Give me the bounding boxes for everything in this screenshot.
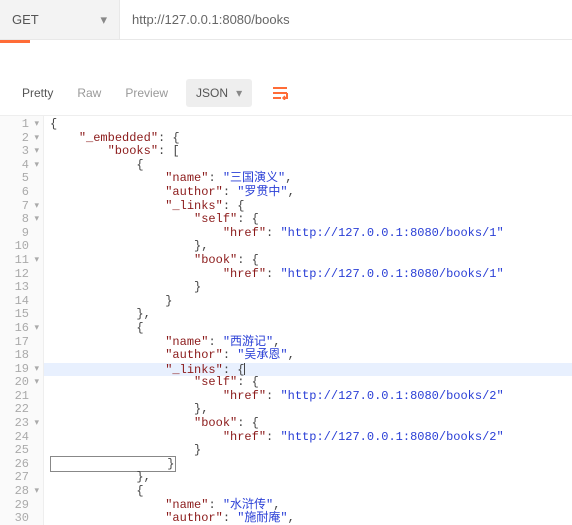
gutter-line[interactable]: 8▾ (0, 213, 41, 227)
gutter-line[interactable]: 2▾ (0, 132, 41, 146)
http-method-select[interactable]: GET ▾ (0, 0, 120, 39)
gutter-line[interactable]: 17 (0, 336, 41, 350)
code-line: }, (50, 240, 572, 254)
gutter-line[interactable]: 20▾ (0, 376, 41, 390)
request-bar: GET ▾ http://127.0.0.1:8080/books (0, 0, 572, 40)
gutter-line[interactable]: 5 (0, 172, 41, 186)
gutter-line[interactable]: 1▾ (0, 118, 41, 132)
code-line: "author": "吴承恩", (50, 349, 572, 363)
gutter-line[interactable]: 25 (0, 444, 41, 458)
gutter-line[interactable]: 9 (0, 227, 41, 241)
gutter-line[interactable]: 3▾ (0, 145, 41, 159)
http-method-label: GET (12, 12, 39, 27)
code-line: "author": "罗贯中", (50, 186, 572, 200)
code-line: "self": { (50, 376, 572, 390)
code-line: "books": [ (50, 145, 572, 159)
gutter-line[interactable]: 13 (0, 281, 41, 295)
gutter-line[interactable]: 23▾ (0, 417, 41, 431)
url-text: http://127.0.0.1:8080/books (132, 12, 290, 27)
gutter-line[interactable]: 7▾ (0, 200, 41, 214)
gutter-line[interactable]: 12 (0, 268, 41, 282)
gutter-line[interactable]: 27 (0, 471, 41, 485)
chevron-down-icon: ▾ (236, 86, 242, 100)
gutter-line[interactable]: 21 (0, 390, 41, 404)
gutter-line[interactable]: 16▾ (0, 322, 41, 336)
chevron-down-icon: ▾ (100, 12, 107, 28)
code-line: "book": { (50, 254, 572, 268)
code-line: { (50, 485, 572, 499)
code-line: } (50, 281, 572, 295)
gutter-line[interactable]: 11▾ (0, 254, 41, 268)
gutter-line[interactable]: 14 (0, 295, 41, 309)
response-editor: 1▾2▾3▾4▾567▾8▾91011▾1213141516▾171819▾20… (0, 115, 572, 525)
wrap-lines-button[interactable] (266, 79, 294, 107)
code-line: { (50, 118, 572, 132)
code-line: "author": "施耐庵", (50, 512, 572, 525)
response-view-tabs: Pretty Raw Preview JSON ▾ (0, 73, 572, 113)
gutter-line[interactable]: 30 (0, 512, 41, 525)
format-select[interactable]: JSON ▾ (186, 79, 252, 107)
gutter-line[interactable]: 10 (0, 240, 41, 254)
tab-raw[interactable]: Raw (65, 86, 113, 100)
gutter-line[interactable]: 22 (0, 403, 41, 417)
gutter-line[interactable]: 4▾ (0, 159, 41, 173)
tab-preview[interactable]: Preview (113, 86, 180, 100)
gutter-line[interactable]: 28▾ (0, 485, 41, 499)
gutter-line[interactable]: 18 (0, 349, 41, 363)
line-gutter[interactable]: 1▾2▾3▾4▾567▾8▾91011▾1213141516▾171819▾20… (0, 116, 44, 525)
active-tab-underline (0, 40, 30, 43)
gutter-line[interactable]: 26 (0, 458, 41, 472)
tab-pretty[interactable]: Pretty (10, 86, 65, 100)
wrap-icon (272, 86, 288, 100)
url-input[interactable]: http://127.0.0.1:8080/books (120, 0, 572, 39)
gutter-line[interactable]: 24 (0, 431, 41, 445)
format-label: JSON (196, 86, 228, 100)
code-line: }, (50, 308, 572, 322)
gutter-line[interactable]: 15 (0, 308, 41, 322)
code-line: "book": { (50, 417, 572, 431)
code-line: "name": "三国演义", (50, 172, 572, 186)
code-body[interactable]: { "_embedded": { "books": [ { "name": "三… (44, 116, 572, 525)
gutter-line[interactable]: 6 (0, 186, 41, 200)
gutter-line[interactable]: 29 (0, 499, 41, 513)
code-line: }, (50, 471, 572, 485)
gutter-line[interactable]: 19▾ (0, 363, 41, 377)
code-line: "self": { (50, 213, 572, 227)
code-line: { (50, 322, 572, 336)
